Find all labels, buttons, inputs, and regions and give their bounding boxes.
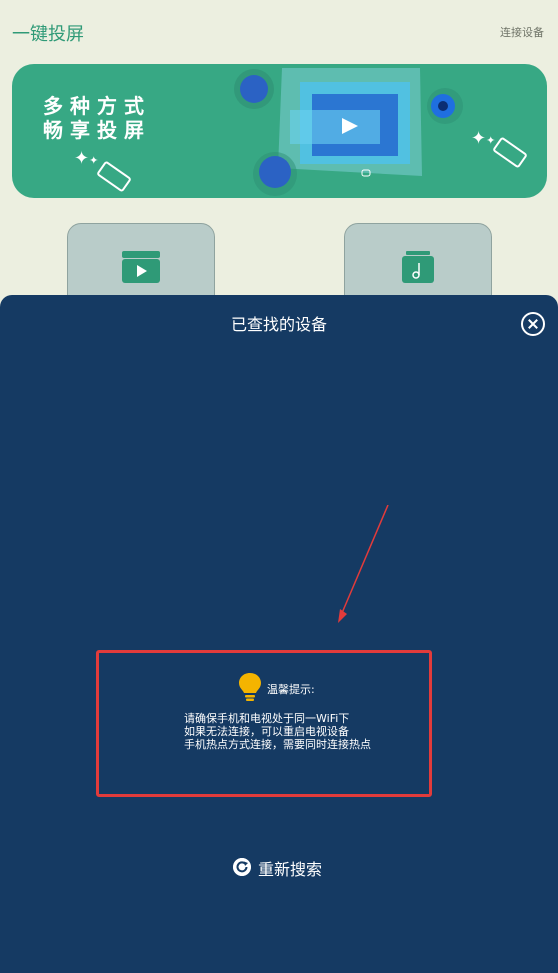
refresh-icon (233, 858, 251, 876)
close-icon[interactable] (521, 312, 545, 336)
refresh-label: 重新搜索 (258, 860, 323, 879)
promo-banner[interactable]: 多种方式 畅享投屏 ✦✦ ✦✦ (12, 64, 547, 198)
tip-line-2: 如果无法连接，可以重启电视设备 (184, 725, 349, 738)
app-title: 一键投屏 (12, 24, 84, 45)
tip-title: 温馨提示: (267, 683, 315, 696)
lightbulb-icon (239, 673, 261, 701)
video-clapper-icon (122, 251, 160, 283)
screen-cast-illustration-icon (234, 68, 463, 196)
banner-text: 多种方式 畅享投屏 (43, 94, 151, 142)
banner-line-2: 畅享投屏 (43, 118, 151, 142)
top-bar: 一键投屏 连接设备 (0, 0, 558, 62)
sheet-title: 已查找的设备 (230, 315, 327, 334)
tip-line-1: 请确保手机和电视处于同一WiFi下 (184, 712, 350, 725)
tip-box: 温馨提示: 请确保手机和电视处于同一WiFi下 如果无法连接，可以重启电视设备 … (96, 650, 432, 797)
red-arrow-annotation (338, 505, 389, 623)
feature-cards (0, 223, 558, 315)
music-folder-icon (402, 251, 434, 283)
device-search-sheet: 已查找的设备 温馨提示: 请确保手机和电视处于同一WiFi下 如果无法连接，可以… (0, 295, 558, 973)
tip-line-3: 手机热点方式连接，需要同时连接热点 (184, 738, 371, 751)
tip-text: 请确保手机和电视处于同一WiFi下 如果无法连接，可以重启电视设备 手机热点方式… (184, 712, 371, 751)
connect-device-link[interactable]: 连接设备 (500, 24, 544, 40)
banner-line-1: 多种方式 (43, 94, 151, 118)
